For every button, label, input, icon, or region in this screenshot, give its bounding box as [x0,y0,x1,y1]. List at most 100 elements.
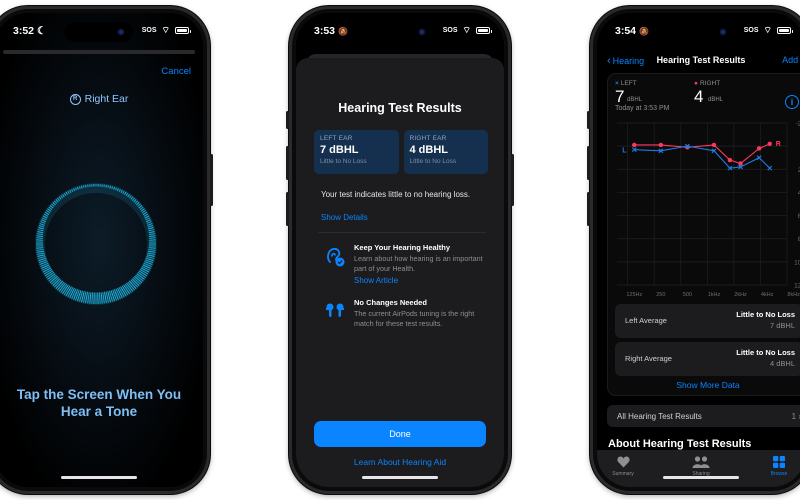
action-button [286,111,289,129]
legend-right: ● RIGHT [694,80,720,87]
tab-bar: Summary Sharing Browse [597,450,800,487]
all-results-row[interactable]: All Hearing Test Results 1 › [607,405,800,427]
right-ear-card: RIGHT EAR 4 dBHL Little to No Loss [403,130,488,174]
tone-ring[interactable] [30,178,162,310]
result-summary: Your test indicates little to no hearing… [321,190,471,199]
battery-icon [777,27,793,34]
legend-right-label: RIGHT [699,80,721,87]
home-indicator[interactable] [362,476,438,479]
tip-no-changes: No Changes Needed The current AirPods tu… [322,298,490,329]
cancel-button[interactable]: Cancel [161,66,191,77]
sos-label: SOS [743,27,759,34]
right-unit: dBHL [708,97,724,103]
dynamic-island [65,22,133,42]
bell-slash-icon: 🔕 [337,27,348,36]
nav-title: Hearing Test Results [656,55,746,65]
ear-label: Right Ear [84,93,129,105]
home-indicator[interactable] [663,476,739,479]
about-heading: About Hearing Test Results [608,438,752,450]
screen: 3:54 🔕 SOS ⌔ ‹ Hearing Hearing Test Result… [597,13,800,487]
learn-hearing-aid-link[interactable]: Learn About Hearing Aid [296,457,504,467]
tab-summary[interactable]: Summary [603,455,643,477]
data-point-right [756,146,762,151]
ring-glow [35,183,157,305]
wifi-icon: ⌔ [462,25,471,35]
ear-card-value: 7 dBHL [320,144,359,156]
heart-icon [616,456,630,468]
x-tick-label: 500 [683,292,692,298]
tab-label: Summary [612,471,634,477]
data-point-right [632,142,637,148]
data-point-right [658,142,664,148]
tip-body: The current AirPods tuning is the right … [354,309,475,328]
x-marker-icon: × [615,80,619,87]
home-indicator[interactable] [61,476,137,479]
ear-cards: LEFT EAR 7 dBHL Little to No Loss RIGHT … [314,130,488,174]
ear-card-status: Little to No Loss [409,158,457,165]
data-point-right [727,157,733,163]
tab-label: Browse [770,471,788,477]
tab-sharing[interactable]: Sharing [681,455,721,477]
volume-down-button [587,192,590,226]
average-status: Little to No Loss [736,348,795,357]
data-point-right [711,142,717,148]
status-time: 3:52 ☾ [13,25,47,37]
side-button [511,154,514,206]
tip-heading: No Changes Needed [354,298,427,307]
y-tick-label: -20 [796,121,800,128]
series-label-left: L [622,148,627,155]
x-tick-label: 4kHz [761,292,774,298]
tone-ring-graphic [35,183,157,305]
divider [318,232,486,233]
show-more-data-link[interactable]: Show More Data [615,380,800,390]
show-details-link[interactable]: Show Details [321,213,368,222]
show-article-link[interactable]: Show Article [354,276,490,285]
ear-indicator: R Right Ear [0,93,203,105]
ring-tick [149,237,156,239]
series-line-right [634,143,770,165]
average-label: Right Average [625,354,672,363]
volume-down-button [286,192,289,226]
instruction-text: Tap the Screen When You Hear a Tone [16,387,182,419]
dot-marker-icon: ● [694,80,698,87]
sos-label: SOS [141,27,157,34]
people-icon [692,456,710,468]
tab-browse[interactable]: Browse [759,455,799,477]
screen: 3:53 🔕 SOS ⌔ Hearing Test Results LEFT EA… [296,13,504,487]
ear-card-label: LEFT EAR [320,135,353,142]
ear-card-label: RIGHT EAR [409,135,447,142]
audiogram-chart: -20020406080100120125Hz2505001kHz2kHz4kH… [617,121,800,298]
done-button[interactable]: Done [314,421,486,447]
screen[interactable]: 3:52 ☾ SOS ⌔ Cancel R Right Ear Tap the S… [0,13,203,487]
sheet-grabber [3,50,195,54]
right-average-row: Right Average Little to No Loss 4 dBHL [615,342,800,376]
moon-icon: ☾ [36,25,47,37]
x-tick-label: 2kHz [734,292,747,298]
right-value: 4 [694,87,704,106]
battery-icon [476,27,492,34]
battery-icon [175,27,191,34]
dynamic-island [366,22,434,42]
add-test-button[interactable]: Add Test [782,55,800,65]
all-results-label: All Hearing Test Results [617,412,702,421]
volume-up-button [587,146,590,180]
ring-tick [36,248,44,251]
info-icon[interactable]: i [785,95,799,109]
series-line-left [634,145,771,169]
ring-tick [82,185,85,188]
ear-card-value: 4 dBHL [409,144,449,156]
average-value: 4 dBHL [769,359,795,368]
average-status: Little to No Loss [736,310,795,319]
wifi-icon: ⌔ [161,25,170,35]
tip-body: Learn about how hearing is an important … [354,254,483,273]
right-ear-badge-icon: R [69,93,81,105]
left-average-row: Left Average Little to No Loss 7 dBHL [615,304,800,338]
ring-tick [78,186,81,190]
sos-label: SOS [442,27,458,34]
ring-tick [111,186,114,190]
all-results-count: 1 › [792,412,800,421]
left-ear-card: LEFT EAR 7 dBHL Little to No Loss [314,130,399,174]
x-tick-label: 8kHz [787,292,800,298]
ring-tick [36,237,43,239]
status-time: 3:53 🔕 [314,25,348,37]
